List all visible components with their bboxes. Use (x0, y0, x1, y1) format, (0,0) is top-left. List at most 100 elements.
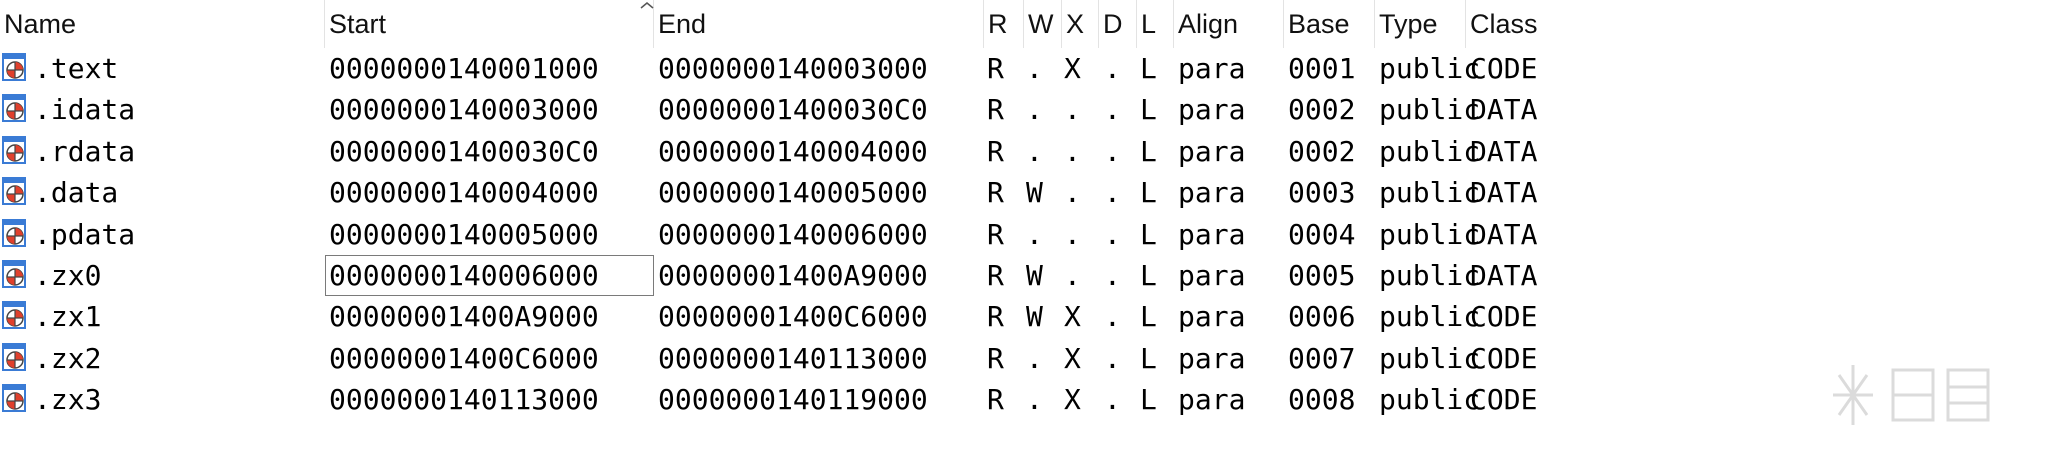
cell-r: R (987, 134, 1004, 168)
cell-base: 0002 (1288, 93, 1356, 127)
column-header-l[interactable]: L (1137, 0, 1174, 48)
cell-d: . (1104, 52, 1121, 85)
cell-name: .text (34, 52, 119, 85)
cell-w: W (1026, 300, 1043, 334)
cell-start: 0000000140004000 (329, 176, 599, 210)
table-row[interactable]: .zx2 00000001400C6000 0000000140113000 R. X.… (0, 338, 2053, 379)
cell-type: public (1379, 341, 1481, 375)
cell-w: . (1026, 52, 1043, 85)
segments-table: Name Start End R W X D L Align Base Type Class .tex… (0, 0, 2053, 421)
cell-base: 0008 (1288, 383, 1356, 417)
cell-start: 0000000140003000 (329, 93, 599, 127)
cell-x: . (1064, 134, 1081, 168)
cell-w: W (1026, 176, 1043, 210)
table-body: .text 0000000140001000 0000000140003000 R. X… (0, 48, 2053, 421)
column-header-base[interactable]: Base (1284, 0, 1375, 48)
cell-class: CODE (1470, 52, 1538, 85)
cell-align: para (1178, 383, 1246, 417)
column-header-w[interactable]: W (1024, 0, 1062, 48)
cell-l: L (1140, 52, 1157, 85)
cell-w: . (1026, 341, 1043, 375)
cell-x: . (1064, 217, 1081, 251)
column-resize-handle[interactable] (1061, 0, 1062, 48)
column-resize-handle[interactable] (1283, 0, 1284, 48)
cell-name: .zx1 (34, 300, 102, 334)
segment-icon (2, 259, 26, 288)
column-resize-handle[interactable] (1023, 0, 1024, 48)
cell-class: CODE (1470, 383, 1538, 417)
cell-w: . (1026, 217, 1043, 251)
cell-base: 0006 (1288, 300, 1356, 334)
column-header-class[interactable]: Class (1466, 0, 1556, 48)
cell-end: 0000000140003000 (658, 52, 928, 85)
column-header-r[interactable]: R (984, 0, 1024, 48)
cell-start: 0000000140113000 (329, 383, 599, 417)
table-row[interactable]: .data 0000000140004000 0000000140005000 R W.… (0, 172, 2053, 213)
cell-r: R (987, 341, 1004, 375)
table-row[interactable]: .zx3 0000000140113000 0000000140119000 R. X.… (0, 379, 2053, 420)
segment-icon (2, 218, 26, 247)
cell-end: 0000000140006000 (658, 217, 928, 251)
cell-x: X (1064, 341, 1081, 375)
column-header-x[interactable]: X (1062, 0, 1099, 48)
cell-end: 0000000140113000 (658, 341, 928, 375)
cell-w: . (1026, 134, 1043, 168)
segment-icon (2, 94, 26, 123)
cell-type: public (1379, 258, 1481, 292)
cell-type: public (1379, 300, 1481, 334)
column-header-align[interactable]: Align (1174, 0, 1284, 48)
column-header-type[interactable]: Type (1375, 0, 1466, 48)
cell-start: 00000001400C6000 (329, 341, 599, 375)
cell-align: para (1178, 341, 1246, 375)
segment-icon (2, 301, 26, 330)
cell-x: X (1064, 52, 1081, 85)
table-row[interactable]: .zx0 0000000140006000 00000001400A9000 R W..… (0, 254, 2053, 297)
cell-class: DATA (1470, 134, 1538, 168)
column-header-d[interactable]: D (1099, 0, 1137, 48)
table-row[interactable]: .text 0000000140001000 0000000140003000 R. X… (0, 48, 2053, 89)
cell-base: 0003 (1288, 176, 1356, 210)
cell-type: public (1379, 93, 1481, 127)
cell-l: L (1140, 134, 1157, 168)
column-resize-handle[interactable] (1465, 0, 1466, 48)
table-row[interactable]: .rdata 00000001400030C0 0000000140004000 R.… (0, 131, 2053, 172)
cell-base: 0007 (1288, 341, 1356, 375)
cell-align: para (1178, 52, 1246, 85)
column-resize-handle[interactable] (983, 0, 984, 48)
cell-l: L (1140, 176, 1157, 210)
column-header-start[interactable]: Start (325, 0, 654, 48)
column-header-end[interactable]: End (654, 0, 984, 48)
cell-base: 0002 (1288, 134, 1356, 168)
column-resize-handle[interactable] (1374, 0, 1375, 48)
cell-type: public (1379, 217, 1481, 251)
cell-x: X (1064, 383, 1081, 417)
cell-name: .zx3 (34, 383, 102, 417)
column-resize-handle[interactable] (1173, 0, 1174, 48)
column-resize-handle[interactable] (1098, 0, 1099, 48)
cell-l: L (1140, 341, 1157, 375)
table-row[interactable]: .idata 0000000140003000 00000001400030C0 R.… (0, 89, 2053, 130)
cell-class: DATA (1470, 217, 1538, 251)
column-resize-handle[interactable] (1136, 0, 1137, 48)
column-header-name[interactable]: Name (0, 0, 325, 48)
cell-w: . (1026, 383, 1043, 417)
column-resize-handle[interactable] (324, 0, 325, 48)
cell-r: R (987, 300, 1004, 334)
cell-type: public (1379, 52, 1481, 85)
cell-x: . (1064, 176, 1081, 210)
cell-class: CODE (1470, 341, 1538, 375)
cell-l: L (1140, 300, 1157, 334)
table-row[interactable]: .zx1 00000001400A9000 00000001400C6000 R W X.… (0, 296, 2053, 337)
cell-align: para (1178, 217, 1246, 251)
table-row[interactable]: .pdata 0000000140005000 0000000140006000 R.… (0, 214, 2053, 255)
cell-start: 0000000140001000 (329, 52, 599, 85)
cell-type: public (1379, 134, 1481, 168)
cell-name: .pdata (34, 217, 136, 251)
cell-align: para (1178, 134, 1246, 168)
cell-d: . (1104, 341, 1121, 375)
sort-ascending-caret-icon (640, 2, 654, 9)
segment-icon (2, 53, 26, 81)
cell-end: 00000001400030C0 (658, 93, 928, 127)
table-header: Name Start End R W X D L Align Base Type Class (0, 0, 2053, 48)
cell-l: L (1140, 383, 1157, 417)
